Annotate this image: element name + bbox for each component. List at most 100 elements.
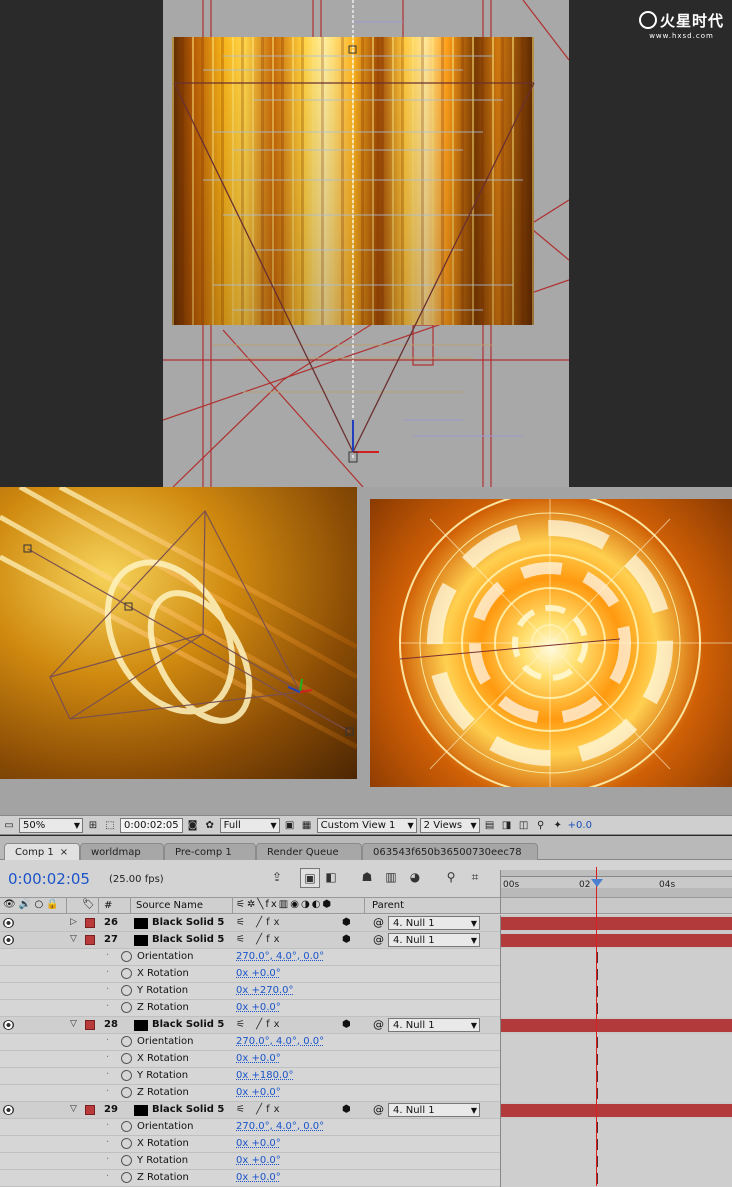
property-value[interactable]: 270.0°, 4.0°, 0.0° <box>236 1036 324 1047</box>
eye-icon[interactable] <box>3 918 14 928</box>
eye-icon[interactable] <box>3 1105 14 1115</box>
twirl-down-icon[interactable]: ▽ <box>70 1104 77 1114</box>
eye-icon[interactable] <box>3 935 14 945</box>
current-time-indicator[interactable] <box>596 867 597 1186</box>
custom-view-viewport[interactable] <box>0 487 357 779</box>
property-value[interactable]: 0x +0.0° <box>236 1087 281 1098</box>
layer-duration-bar[interactable] <box>501 934 732 947</box>
property-value[interactable]: 0x +0.0° <box>236 1053 281 1064</box>
live-update-icon[interactable]: ▣ <box>300 868 320 888</box>
label-color-chip[interactable] <box>85 935 95 945</box>
always-preview-icon[interactable]: ▭ <box>2 818 16 832</box>
exposure-value[interactable]: +0.0 <box>568 820 592 831</box>
layer-switches[interactable]: ⚟ ╱fx <box>236 917 284 928</box>
fast-previews-icon[interactable]: ◨ <box>500 818 514 832</box>
stopwatch-icon[interactable] <box>121 968 132 979</box>
layer-duration-bar[interactable] <box>501 1019 732 1032</box>
layer-switches[interactable]: ⚟ ╱fx <box>236 1019 284 1030</box>
pick-whip-icon[interactable]: @ <box>373 1103 384 1116</box>
stopwatch-icon[interactable] <box>121 1138 132 1149</box>
mask-toggle-icon[interactable]: ⬚ <box>103 818 117 832</box>
zoom-select[interactable]: 50% ▼ <box>19 817 83 833</box>
stopwatch-icon[interactable] <box>121 1070 132 1081</box>
layer-duration-bar[interactable] <box>501 917 732 930</box>
stopwatch-icon[interactable] <box>121 951 132 962</box>
pick-whip-icon[interactable]: @ <box>373 933 384 946</box>
frame-blending-icon[interactable]: ▥ <box>382 868 400 886</box>
camera-frustum[interactable] <box>163 0 569 487</box>
parent-select[interactable]: 4. Null 1 ▼ <box>388 1103 480 1117</box>
property-value[interactable]: 0x +0.0° <box>236 968 281 979</box>
channel-icon[interactable]: ✿ <box>203 818 217 832</box>
source-name-column-header[interactable]: Source Name <box>136 900 203 911</box>
snapshot-icon[interactable]: ◙ <box>186 818 200 832</box>
toggle-pixel-aspect-icon[interactable]: ▤ <box>483 818 497 832</box>
parent-select[interactable]: 4. Null 1 ▼ <box>388 933 480 947</box>
twirl-down-icon[interactable]: ▽ <box>70 934 77 944</box>
property-value[interactable]: 0x +0.0° <box>236 1155 281 1166</box>
stopwatch-icon[interactable] <box>121 1036 132 1047</box>
parent-select[interactable]: 4. Null 1 ▼ <box>388 916 480 930</box>
stopwatch-icon[interactable] <box>121 1053 132 1064</box>
time-navigator[interactable] <box>501 870 732 877</box>
property-value[interactable]: 0x +180.0° <box>236 1070 293 1081</box>
tab-comp-1[interactable]: Comp 1 × <box>4 843 80 860</box>
label-color-chip[interactable] <box>85 918 95 928</box>
tab-worldmap[interactable]: worldmap <box>80 843 164 860</box>
layer-name[interactable]: Black Solid 5 <box>152 934 224 945</box>
time-ruler[interactable]: 00s 02 04s <box>500 870 732 898</box>
view-divider[interactable] <box>357 487 370 817</box>
layer-name[interactable]: Black Solid 5 <box>152 917 224 928</box>
exposure-icon[interactable]: ✦ <box>551 818 565 832</box>
active-camera-viewport[interactable] <box>370 499 732 787</box>
flowchart-icon[interactable]: ⚲ <box>534 818 548 832</box>
stopwatch-icon[interactable] <box>121 985 132 996</box>
eye-icon[interactable] <box>3 1020 14 1030</box>
property-value[interactable]: 270.0°, 4.0°, 0.0° <box>236 1121 324 1132</box>
property-value[interactable]: 0x +270.0° <box>236 985 293 996</box>
3d-layer-icon[interactable]: ⬢ <box>342 917 351 928</box>
layer-row[interactable]: ▽ 27 Black Solid 5 ⚟ ╱fx ⬢ @4. Null 1 ▼ <box>0 932 500 949</box>
close-icon[interactable]: × <box>60 847 68 858</box>
tab-063543f650b36500730eec78[interactable]: 063543f650b36500730eec78 <box>362 843 538 860</box>
grid-icon[interactable]: ⊞ <box>86 818 100 832</box>
label-color-chip[interactable] <box>85 1020 95 1030</box>
stopwatch-icon[interactable] <box>121 1121 132 1132</box>
3d-layer-icon[interactable]: ⬢ <box>342 934 351 945</box>
current-time-indicator-handle[interactable] <box>591 879 603 887</box>
graph-editor-icon[interactable]: ⌗ <box>466 868 484 886</box>
tab-pre-comp-1[interactable]: Pre-comp 1 <box>164 843 256 860</box>
tab-render-queue[interactable]: Render Queue <box>256 843 362 860</box>
property-value[interactable]: 0x +0.0° <box>236 1138 281 1149</box>
twirl-down-icon[interactable]: ▽ <box>70 1019 77 1029</box>
layer-row[interactable]: ▷ 26 Black Solid 5 ⚟ ╱fx ⬢ @4. Null 1 ▼ <box>0 915 500 932</box>
pick-whip-icon[interactable]: @ <box>373 1018 384 1031</box>
property-value[interactable]: 0x +0.0° <box>236 1002 281 1013</box>
stopwatch-icon[interactable] <box>121 1002 132 1013</box>
layer-name[interactable]: Black Solid 5 <box>152 1019 224 1030</box>
layer-duration-bar[interactable] <box>501 1104 732 1117</box>
hide-shy-layers-icon[interactable]: ☗ <box>358 868 376 886</box>
layer-row[interactable]: ▽ 28 Black Solid 5 ⚟ ╱fx ⬢ @4. Null 1 ▼ <box>0 1017 500 1034</box>
region-of-interest-icon[interactable]: ▣ <box>283 818 297 832</box>
twirl-right-icon[interactable]: ▷ <box>70 917 77 927</box>
view-layout-select[interactable]: 2 Views ▼ <box>419 817 480 833</box>
3d-view-select[interactable]: Custom View 1 ▼ <box>316 817 417 833</box>
top-view-viewport[interactable] <box>163 0 569 487</box>
motion-blur-icon[interactable]: ◕ <box>406 868 424 886</box>
layer-name[interactable]: Black Solid 5 <box>152 1104 224 1115</box>
current-time-display[interactable]: 0:00:02:05 <box>8 870 90 888</box>
comp-mini-flowchart-icon[interactable]: ⇪ <box>268 868 286 886</box>
resolution-select[interactable]: Full ▼ <box>219 817 280 833</box>
3d-layer-icon[interactable]: ⬢ <box>342 1019 351 1030</box>
timeline-icon[interactable]: ◫ <box>517 818 531 832</box>
stopwatch-icon[interactable] <box>121 1155 132 1166</box>
3d-layer-icon[interactable]: ⬢ <box>342 1104 351 1115</box>
layer-row[interactable]: ▽ 29 Black Solid 5 ⚟ ╱fx ⬢ @4. Null 1 ▼ <box>0 1102 500 1119</box>
layer-switches[interactable]: ⚟ ╱fx <box>236 1104 284 1115</box>
label-color-chip[interactable] <box>85 1105 95 1115</box>
property-value[interactable]: 270.0°, 4.0°, 0.0° <box>236 951 324 962</box>
stopwatch-icon[interactable] <box>121 1172 132 1183</box>
brainstorm-icon[interactable]: ⚲ <box>442 868 460 886</box>
draft-3d-icon[interactable]: ◧ <box>322 868 340 886</box>
